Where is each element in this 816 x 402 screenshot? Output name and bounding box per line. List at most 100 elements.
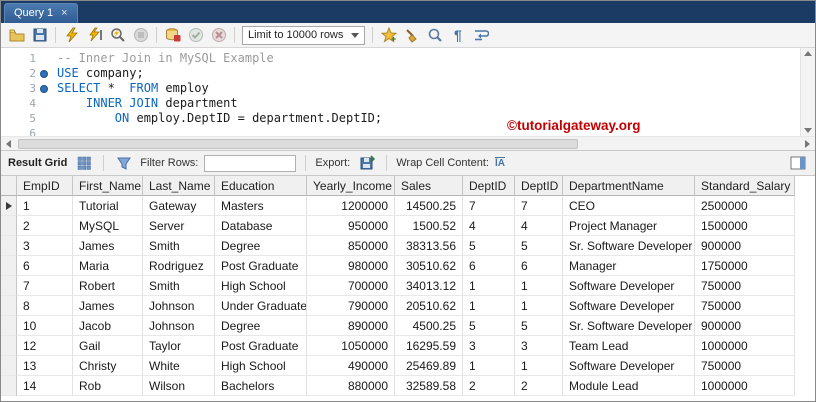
cell[interactable]: 2500000 (695, 196, 795, 216)
cell[interactable]: 38313.56 (395, 236, 463, 256)
row-selector[interactable] (1, 216, 17, 236)
grid-view-icon[interactable] (73, 153, 94, 174)
cell[interactable]: 2 (17, 216, 73, 236)
cell[interactable]: Under Graduate (215, 296, 307, 316)
cell[interactable]: 5 (463, 316, 515, 336)
table-row[interactable]: 14 Rob Wilson Bachelors 880000 32589.58 2 2 Modu… (1, 376, 815, 396)
cell[interactable]: Gateway (143, 196, 215, 216)
cell[interactable]: Software Developer (563, 296, 695, 316)
cell[interactable]: Rodriguez (143, 256, 215, 276)
cell[interactable]: 6 (17, 256, 73, 276)
editor-horizontal-scrollbar[interactable] (1, 136, 815, 150)
row-selector[interactable] (1, 196, 17, 216)
cell[interactable]: 3 (515, 336, 563, 356)
cell[interactable]: 7 (515, 196, 563, 216)
cell[interactable]: 14500.25 (395, 196, 463, 216)
cell[interactable]: High School (215, 276, 307, 296)
cell[interactable]: Christy (73, 356, 143, 376)
cell[interactable]: 6 (463, 256, 515, 276)
cell[interactable]: Gail (73, 336, 143, 356)
row-selector[interactable] (1, 296, 17, 316)
scroll-up-icon[interactable] (804, 51, 812, 56)
cell[interactable]: 20510.62 (395, 296, 463, 316)
row-selector[interactable] (1, 236, 17, 256)
cell[interactable]: 30510.62 (395, 256, 463, 276)
row-selector[interactable] (1, 316, 17, 336)
rollback-icon[interactable] (208, 25, 229, 46)
cell[interactable]: 13 (17, 356, 73, 376)
cell[interactable]: Jacob (73, 316, 143, 336)
scroll-left-icon[interactable] (1, 137, 16, 151)
editor-code[interactable]: -- Inner Join in MySQL Example USE compan… (51, 48, 800, 136)
cell[interactable]: Johnson (143, 316, 215, 336)
cell[interactable]: 32589.58 (395, 376, 463, 396)
panel-toggle-icon[interactable] (787, 153, 808, 174)
cell[interactable]: 790000 (307, 296, 395, 316)
column-header[interactable]: First_Name (73, 176, 143, 196)
cell[interactable]: 1 (17, 196, 73, 216)
cell[interactable]: Smith (143, 236, 215, 256)
cell[interactable]: CEO (563, 196, 695, 216)
wrap-cell-content-icon[interactable]: ĪA (494, 157, 505, 169)
cell[interactable]: 1 (463, 276, 515, 296)
cell[interactable]: 950000 (307, 216, 395, 236)
cell[interactable]: 1 (515, 276, 563, 296)
table-row[interactable]: 6 Maria Rodriguez Post Graduate 980000 30510.… (1, 256, 815, 276)
cell[interactable]: Manager (563, 256, 695, 276)
cell[interactable]: 7 (17, 276, 73, 296)
open-script-icon[interactable] (6, 25, 27, 46)
column-header[interactable]: Sales (395, 176, 463, 196)
cell[interactable]: Project Manager (563, 216, 695, 236)
cell[interactable]: 12 (17, 336, 73, 356)
beautify-icon[interactable] (401, 25, 422, 46)
table-row[interactable]: 7 Robert Smith High School 700000 34013.12 1 1 S… (1, 276, 815, 296)
cell[interactable]: 900000 (695, 236, 795, 256)
cell[interactable]: 16295.59 (395, 336, 463, 356)
code-line[interactable]: ON employ.DeptID = department.DeptID; (57, 111, 800, 126)
cell[interactable]: 7 (463, 196, 515, 216)
cell[interactable]: 1000000 (695, 336, 795, 356)
column-header[interactable]: Standard_Salary (695, 176, 795, 196)
cell[interactable]: 1750000 (695, 256, 795, 276)
column-header[interactable]: Yearly_Income (307, 176, 395, 196)
execute-current-statement-icon[interactable] (84, 25, 105, 46)
save-snippet-icon[interactable]: + (378, 25, 399, 46)
explain-icon[interactable] (107, 25, 128, 46)
cell[interactable]: 4500.25 (395, 316, 463, 336)
cell[interactable]: White (143, 356, 215, 376)
cell[interactable]: Johnson (143, 296, 215, 316)
cell[interactable]: Robert (73, 276, 143, 296)
cell[interactable]: Tutorial (73, 196, 143, 216)
row-selector[interactable] (1, 256, 17, 276)
cell[interactable]: 3 (17, 236, 73, 256)
cell[interactable]: 4 (515, 216, 563, 236)
table-row[interactable]: 12 Gail Taylor Post Graduate 1050000 16295.59… (1, 336, 815, 356)
cell[interactable]: 880000 (307, 376, 395, 396)
cell[interactable]: 890000 (307, 316, 395, 336)
cell[interactable]: 6 (515, 256, 563, 276)
cell[interactable]: 5 (515, 236, 563, 256)
commit-icon[interactable] (185, 25, 206, 46)
cell[interactable]: 750000 (695, 276, 795, 296)
cell[interactable]: Sr. Software Developer (563, 316, 695, 336)
scroll-right-icon[interactable] (800, 137, 815, 151)
cell[interactable]: 14 (17, 376, 73, 396)
cell[interactable]: High School (215, 356, 307, 376)
cell[interactable]: 34013.12 (395, 276, 463, 296)
table-row[interactable]: 13 Christy White High School 490000 25469.89 1… (1, 356, 815, 376)
limit-rows-dropdown[interactable]: Limit to 10000 rows (242, 25, 366, 45)
cell[interactable]: Bachelors (215, 376, 307, 396)
cell[interactable]: Degree (215, 236, 307, 256)
cell[interactable]: Masters (215, 196, 307, 216)
cell[interactable]: Degree (215, 316, 307, 336)
wrap-text-icon[interactable] (470, 25, 491, 46)
cell[interactable]: 1200000 (307, 196, 395, 216)
cell[interactable]: 5 (463, 236, 515, 256)
column-header[interactable]: Last_Name (143, 176, 215, 196)
cell[interactable]: 900000 (695, 316, 795, 336)
cell[interactable]: 1 (515, 296, 563, 316)
cell[interactable]: Software Developer (563, 356, 695, 376)
scroll-thumb[interactable] (18, 138, 578, 149)
cell[interactable]: Post Graduate (215, 256, 307, 276)
cell[interactable]: 5 (515, 316, 563, 336)
